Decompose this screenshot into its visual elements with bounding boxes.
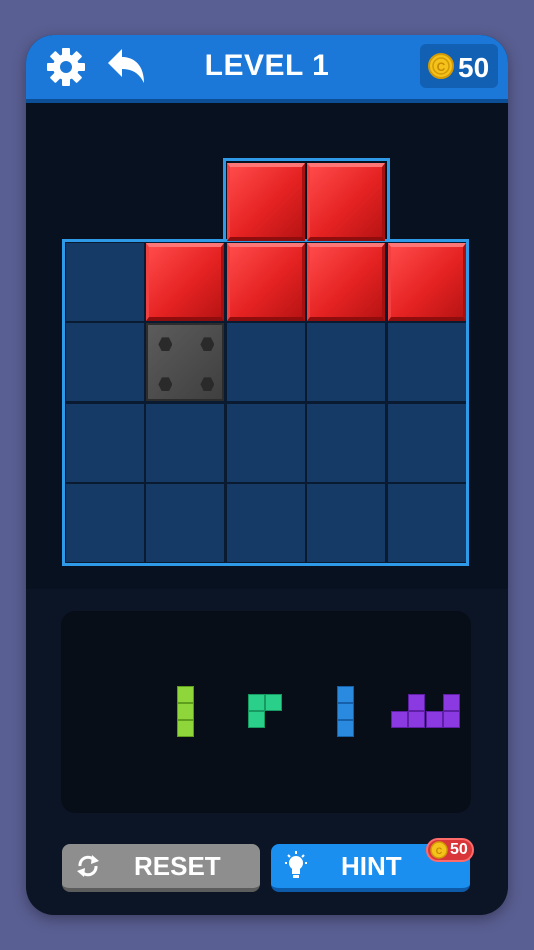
svg-text:C: C xyxy=(437,60,446,74)
red-block[interactable] xyxy=(146,243,225,321)
coin-icon: C xyxy=(428,53,454,79)
lightbulb-icon xyxy=(285,851,307,878)
refresh-icon xyxy=(77,855,99,877)
grid-cell[interactable] xyxy=(307,484,386,563)
hint-label: HINT xyxy=(341,851,402,881)
grid-cell[interactable] xyxy=(387,484,466,563)
bolt-icon xyxy=(200,337,215,352)
piece-tray xyxy=(61,611,471,813)
red-block[interactable] xyxy=(307,243,386,321)
grid-cell[interactable] xyxy=(226,484,305,563)
reset-label: RESET xyxy=(134,851,221,881)
grid-cell[interactable] xyxy=(66,403,144,482)
red-block[interactable] xyxy=(226,162,305,241)
coin-counter: C 50 xyxy=(420,44,498,88)
grid-cell[interactable] xyxy=(146,484,225,563)
grid-cell[interactable] xyxy=(226,403,305,482)
hint-cost-badge: C 50 xyxy=(426,838,474,862)
purple-piece[interactable] xyxy=(391,694,461,728)
red-block[interactable] xyxy=(307,162,386,241)
grid-cell[interactable] xyxy=(307,323,386,402)
red-block[interactable] xyxy=(226,243,305,321)
coin-icon: C xyxy=(430,841,448,859)
svg-text:C: C xyxy=(436,846,443,856)
blue-i-piece[interactable] xyxy=(337,686,354,737)
grid-cell[interactable] xyxy=(387,403,466,482)
hint-cost: 50 xyxy=(450,841,468,858)
bolt-icon xyxy=(200,377,215,392)
lime-i-piece[interactable] xyxy=(177,686,194,737)
red-block[interactable] xyxy=(387,243,466,321)
stone-block xyxy=(146,323,225,402)
coin-count: 50 xyxy=(458,52,490,83)
grid-cell[interactable] xyxy=(387,323,466,402)
grid-cell[interactable] xyxy=(66,243,144,321)
reset-button[interactable]: RESET xyxy=(62,844,260,892)
green-l-piece[interactable] xyxy=(248,694,282,728)
grid-cell[interactable] xyxy=(307,403,386,482)
grid-cell[interactable] xyxy=(66,323,144,402)
grid-cell[interactable] xyxy=(66,484,144,563)
grid-cell[interactable] xyxy=(146,403,225,482)
bolt-icon xyxy=(158,337,173,352)
bolt-icon xyxy=(158,377,173,392)
top-bar: LEVEL 1 C 50 xyxy=(26,35,508,103)
grid-cell[interactable] xyxy=(226,323,305,402)
